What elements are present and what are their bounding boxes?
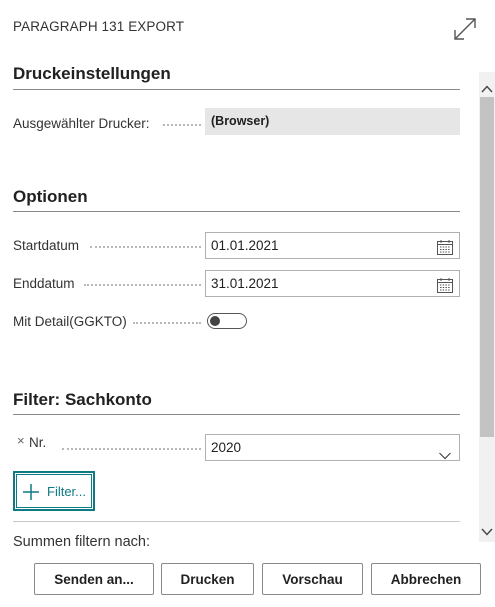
section-divider — [13, 89, 460, 90]
divider — [13, 521, 460, 522]
add-filter-button[interactable]: Filter... — [13, 471, 95, 511]
print-button[interactable]: Drucken — [161, 563, 254, 595]
enddatum-input[interactable]: 31.01.2021 — [205, 270, 460, 297]
mit-detail-toggle[interactable] — [207, 313, 247, 329]
scroll-down-icon[interactable] — [481, 523, 493, 536]
cancel-button[interactable]: Abbrechen — [371, 563, 481, 595]
printer-field[interactable]: (Browser) — [205, 108, 460, 135]
startdatum-label: Startdatum — [13, 238, 80, 253]
mit-detail-label: Mit Detail(GGKTO) — [13, 314, 127, 329]
expand-icon[interactable] — [452, 16, 478, 42]
scrollbar-thumb[interactable] — [480, 97, 494, 437]
nr-select[interactable]: 2020 — [205, 434, 460, 461]
section-druckeinstellungen-title: Druckeinstellungen — [13, 64, 171, 83]
section-divider — [13, 211, 460, 212]
nr-label: Nr. — [29, 435, 47, 450]
leader-dots — [84, 284, 201, 287]
remove-filter-icon[interactable]: × — [17, 433, 25, 448]
dialog-title: PARAGRAPH 131 EXPORT — [13, 19, 185, 34]
startdatum-input[interactable]: 01.01.2021 — [205, 232, 460, 259]
plus-icon — [23, 484, 39, 500]
send-to-button[interactable]: Senden an... — [34, 563, 154, 595]
startdatum-value: 01.01.2021 — [211, 238, 279, 253]
leader-dots — [62, 448, 201, 451]
chevron-down-icon[interactable] — [439, 443, 451, 460]
scroll-up-icon[interactable] — [481, 80, 493, 93]
enddatum-label: Enddatum — [13, 276, 75, 291]
printer-label: Ausgewählter Drucker: — [13, 116, 150, 131]
calendar-icon[interactable] — [437, 238, 453, 255]
leader-dots — [163, 124, 201, 127]
nr-value: 2020 — [211, 440, 242, 455]
summen-filtern-label: Summen filtern nach: — [13, 534, 151, 550]
add-filter-label: Filter... — [47, 484, 87, 499]
leader-dots — [90, 246, 201, 249]
enddatum-value: 31.01.2021 — [211, 276, 279, 291]
section-divider — [13, 414, 460, 415]
section-filter-title: Filter: Sachkonto — [13, 390, 152, 409]
section-optionen-title: Optionen — [13, 187, 88, 206]
leader-dots — [133, 322, 201, 325]
preview-button[interactable]: Vorschau — [262, 563, 363, 595]
calendar-icon[interactable] — [437, 276, 453, 293]
toggle-knob — [210, 315, 220, 326]
